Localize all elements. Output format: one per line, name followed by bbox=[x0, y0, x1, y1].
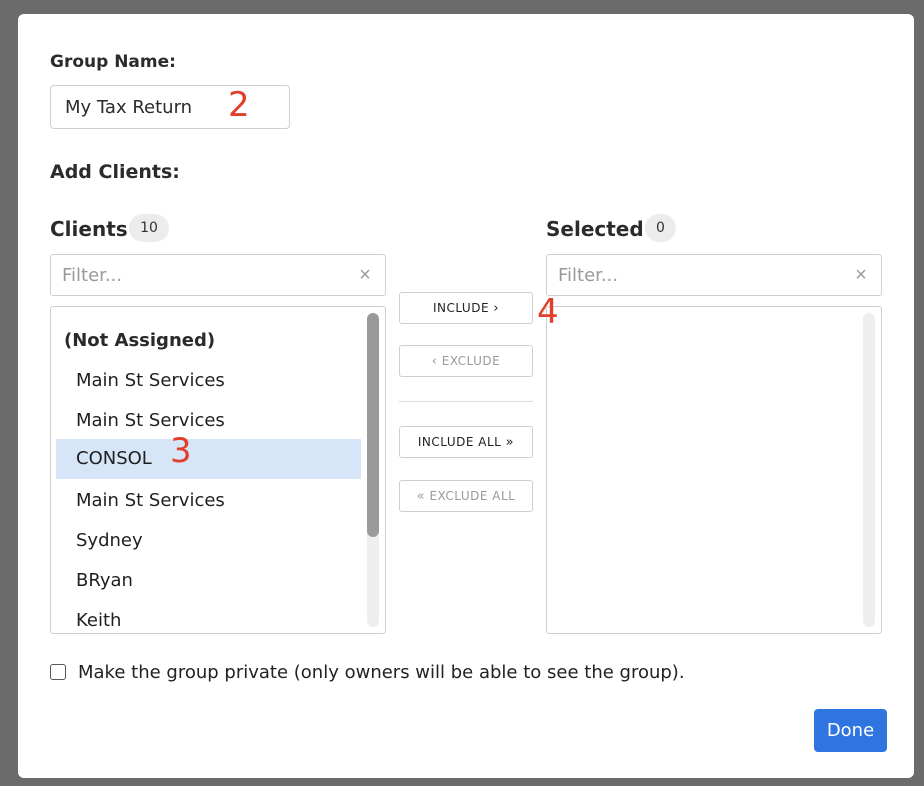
selected-filter-clear-icon[interactable]: × bbox=[850, 264, 872, 286]
exclude-label: EXCLUDE bbox=[441, 354, 501, 368]
list-group-header-not-assigned: (Not Assigned) bbox=[64, 330, 216, 351]
client-item[interactable]: BRyan bbox=[56, 561, 361, 601]
clients-filter-clear-icon[interactable]: × bbox=[354, 264, 376, 286]
done-button[interactable]: Done bbox=[814, 709, 887, 752]
client-item[interactable]: Main St Services bbox=[56, 401, 361, 441]
client-item[interactable]: Keith bbox=[56, 601, 361, 633]
chevron-left-icon: ‹ bbox=[431, 354, 438, 369]
clients-listbox[interactable]: (Not Assigned) Main St Services Main St … bbox=[50, 306, 386, 634]
clients-scrollbar[interactable] bbox=[367, 313, 379, 627]
group-name-input[interactable] bbox=[50, 85, 290, 129]
include-button[interactable]: INCLUDE › bbox=[399, 292, 533, 324]
clients-count-badge: 10 bbox=[129, 214, 169, 242]
exclude-button[interactable]: ‹ EXCLUDE bbox=[399, 345, 533, 377]
exclude-all-label: EXCLUDE ALL bbox=[429, 489, 516, 503]
selected-heading: Selected bbox=[546, 217, 644, 241]
group-name-label: Group Name: bbox=[50, 52, 176, 72]
exclude-all-button[interactable]: « EXCLUDE ALL bbox=[399, 480, 533, 512]
actions-divider bbox=[399, 401, 533, 402]
include-all-button[interactable]: INCLUDE ALL » bbox=[399, 426, 533, 458]
clients-heading: Clients bbox=[50, 217, 128, 241]
double-chevron-left-icon: « bbox=[416, 489, 426, 504]
include-label: INCLUDE bbox=[432, 301, 490, 315]
selected-filter-box: × bbox=[546, 254, 882, 296]
selected-listbox[interactable] bbox=[546, 306, 882, 634]
double-chevron-right-icon: » bbox=[505, 435, 515, 450]
annotation-number: 3 bbox=[170, 431, 192, 471]
annotation-number: 4 bbox=[537, 292, 559, 332]
selected-count-badge: 0 bbox=[645, 214, 676, 242]
private-group-checkbox[interactable] bbox=[50, 664, 66, 680]
client-item-selected[interactable]: CONSOL bbox=[56, 439, 361, 479]
chevron-right-icon: › bbox=[493, 301, 500, 316]
annotation-number: 2 bbox=[228, 85, 250, 125]
client-item[interactable]: Main St Services bbox=[56, 361, 361, 401]
private-group-option[interactable]: Make the group private (only owners will… bbox=[50, 660, 685, 684]
selected-filter-input[interactable] bbox=[547, 255, 837, 295]
clients-filter-box: × bbox=[50, 254, 386, 296]
selected-scrollbar[interactable] bbox=[863, 313, 875, 627]
add-clients-label: Add Clients: bbox=[50, 161, 180, 183]
private-group-label: Make the group private (only owners will… bbox=[78, 661, 685, 683]
include-all-label: INCLUDE ALL bbox=[417, 435, 502, 449]
client-item[interactable]: Sydney bbox=[56, 521, 361, 561]
clients-scrollbar-thumb[interactable] bbox=[367, 313, 379, 537]
clients-filter-input[interactable] bbox=[51, 255, 341, 295]
client-item[interactable]: Main St Services bbox=[56, 481, 361, 521]
create-group-dialog: Group Name: Add Clients: Clients 10 × (N… bbox=[18, 14, 914, 778]
